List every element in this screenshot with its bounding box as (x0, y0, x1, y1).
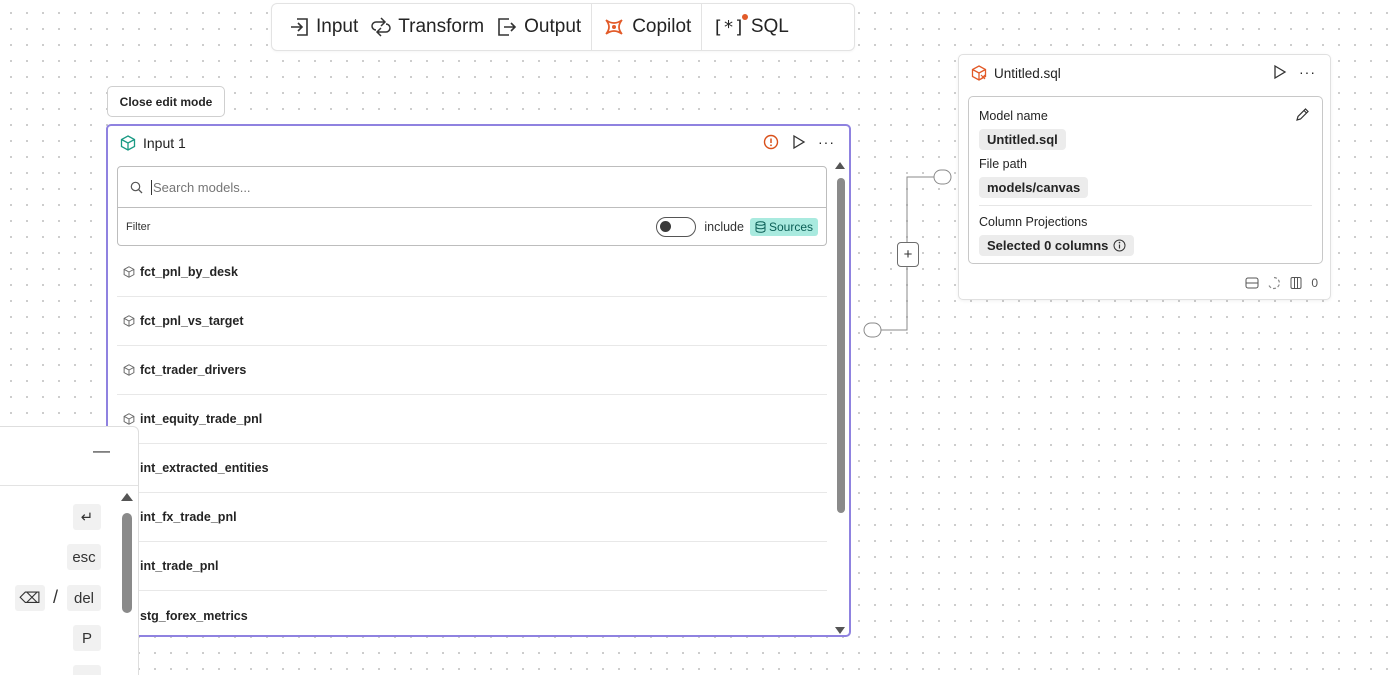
input-tool-button[interactable]: Input (282, 4, 364, 50)
model-cube-icon (123, 266, 135, 278)
search-models-field[interactable] (117, 166, 827, 208)
backspace-key: ⌫ (15, 585, 45, 611)
include-label: include (704, 219, 744, 234)
table-icon (1245, 277, 1259, 289)
sql-output-node-card[interactable]: Untitled.sql ··· Model name Untitled.sql… (958, 54, 1331, 300)
close-edit-mode-button[interactable]: Close edit mode (107, 86, 225, 117)
sql-model-details: Model name Untitled.sql File path models… (968, 96, 1323, 264)
list-item[interactable]: int_extracted_entities (117, 444, 827, 493)
sql-card-title: Untitled.sql (994, 65, 1061, 81)
model-cube-icon (123, 315, 135, 327)
model-name-label: Model name (979, 109, 1048, 123)
input-card-actions: ··· (763, 134, 835, 150)
output-tool-button[interactable]: Output (490, 4, 587, 50)
list-item[interactable]: fct_pnl_vs_target (117, 297, 827, 346)
sources-label: Sources (768, 219, 813, 234)
model-cube-icon (123, 413, 135, 425)
scrollbar-thumb[interactable] (122, 513, 132, 613)
sql-card-footer: 0 (1245, 276, 1318, 290)
top-toolbar: Input Transform Output Copilot [*] SQL (271, 3, 855, 51)
del-key: del (67, 585, 101, 611)
sql-model-icon (971, 65, 987, 81)
copilot-icon (605, 19, 623, 35)
list-item[interactable]: int_fx_trade_pnl (117, 493, 827, 542)
list-item[interactable]: fct_pnl_by_desk (117, 248, 827, 297)
loading-spinner-icon (1268, 276, 1281, 290)
scroll-up-arrow-icon[interactable] (835, 162, 845, 169)
panel-scrollbar[interactable] (120, 491, 134, 675)
sql-card-actions: ··· (1272, 64, 1316, 80)
list-item[interactable]: fct_trader_drivers (117, 346, 827, 395)
copilot-label: Copilot (632, 16, 692, 37)
sql-bracket-icon: [*] (712, 13, 748, 38)
model-list-scrollbar[interactable] (833, 160, 847, 635)
input-icon (291, 18, 308, 36)
transform-icon (371, 17, 392, 37)
input-tool-label: Input (316, 16, 359, 37)
minimize-icon[interactable]: — (93, 441, 110, 461)
column-count: 0 (1311, 276, 1318, 290)
model-name: fct_pnl_by_desk (140, 265, 238, 279)
run-icon[interactable] (1272, 64, 1287, 80)
file-path-value: models/canvas (979, 177, 1089, 198)
sources-badge: Sources (749, 217, 818, 236)
model-cube-icon (123, 364, 135, 376)
sql-label: SQL (750, 16, 789, 37)
scrollbar-thumb[interactable] (837, 178, 845, 513)
enter-key: ↵ (73, 504, 101, 530)
list-item[interactable]: stg_forex_metrics (117, 591, 827, 635)
transform-tool-label: Transform (398, 16, 485, 37)
file-path-label: File path (979, 157, 1027, 171)
input-card-header: Input 1 (120, 135, 186, 151)
add-step-button[interactable]: + (897, 242, 919, 267)
include-sources-toggle[interactable] (656, 216, 697, 237)
transform-tool-button[interactable]: Transform (364, 4, 490, 50)
model-name: int_equity_trade_pnl (140, 412, 263, 426)
input-node-card[interactable]: Input 1 ··· Filter include Sources fct_p… (106, 124, 851, 637)
divider (979, 205, 1312, 206)
filter-row: Filter include Sources (117, 208, 827, 246)
esc-key: esc (67, 544, 101, 570)
model-cube-icon (120, 135, 136, 151)
sql-card-header: Untitled.sql (971, 65, 1061, 81)
database-icon (755, 220, 766, 233)
info-icon[interactable] (1113, 239, 1126, 252)
model-name: int_fx_trade_pnl (140, 510, 237, 524)
model-name: fct_pnl_vs_target (140, 314, 244, 328)
edit-pencil-icon[interactable] (1295, 107, 1310, 122)
search-input[interactable] (151, 179, 751, 195)
partial-key (73, 665, 101, 675)
more-options-icon[interactable]: ··· (1299, 64, 1316, 80)
search-icon (130, 181, 143, 193)
model-name-value: Untitled.sql (979, 129, 1066, 150)
toolbar-divider (701, 3, 703, 51)
columns-icon (1290, 277, 1302, 289)
list-item[interactable]: int_trade_pnl (117, 542, 827, 591)
list-item[interactable]: int_equity_trade_pnl (117, 395, 827, 444)
run-icon[interactable] (791, 134, 806, 150)
toolbar-divider (591, 3, 593, 51)
scroll-down-arrow-icon[interactable] (835, 627, 845, 634)
panel-divider (0, 485, 138, 486)
copilot-button[interactable]: Copilot (596, 4, 697, 50)
column-projections-text: Selected 0 columns (987, 238, 1109, 253)
more-options-icon[interactable]: ··· (818, 134, 835, 150)
keyboard-shortcuts-panel: — ↵ esc ⌫ / del P (0, 426, 139, 675)
model-list: fct_pnl_by_desk fct_pnl_vs_target fct_tr… (117, 248, 827, 635)
p-key: P (73, 625, 101, 651)
model-name: stg_forex_metrics (140, 608, 248, 623)
model-name: fct_trader_drivers (140, 363, 247, 377)
input-card-title: Input 1 (143, 135, 186, 151)
filter-label: Filter (126, 220, 151, 233)
sql-button[interactable]: [*] SQL (706, 4, 795, 50)
output-tool-label: Output (524, 16, 582, 37)
model-name: int_trade_pnl (140, 559, 219, 573)
column-projections-value: Selected 0 columns (979, 235, 1135, 256)
key-separator: / (53, 587, 59, 607)
warning-icon[interactable] (763, 134, 779, 150)
model-name: int_extracted_entities (140, 461, 269, 475)
column-projections-label: Column Projections (979, 215, 1088, 229)
output-icon (498, 18, 517, 36)
scroll-up-arrow-icon[interactable] (121, 493, 133, 501)
